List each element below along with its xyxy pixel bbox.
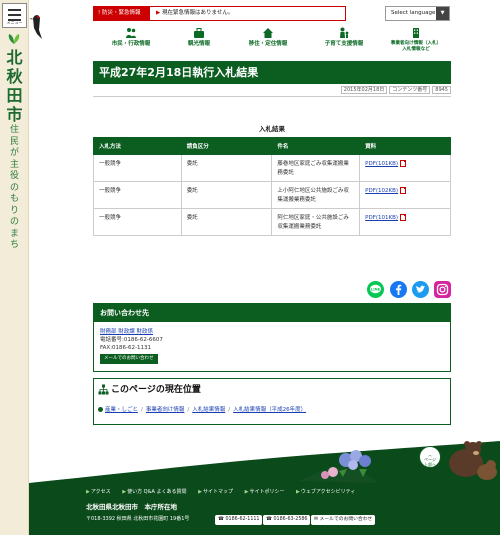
office-name: 北秋田県北秋田市 本庁所在地 <box>86 503 177 511</box>
svg-text:LINE: LINE <box>371 288 381 292</box>
nav-childcare[interactable]: 子育て支援情報 <box>319 27 369 48</box>
table-row: 一般競争 委託 阿仁地区家庭・公共施設ごみ収集運搬業務委託 PDF(101KB) <box>93 208 451 236</box>
cell-subject: 阿仁地区家庭・公共施設ごみ収集運搬業務委託 <box>271 208 361 236</box>
contact-dept-link[interactable]: 財務部 財政課 財政係 <box>100 328 450 336</box>
pdf-link[interactable]: PDF(101KB) <box>365 161 398 167</box>
menu-button[interactable]: メニュー <box>2 3 27 28</box>
disaster-info-bar[interactable]: ! 防災・緊急情報 ▶ 現在緊急情報はありません。 <box>93 6 346 21</box>
cell-type: 委託 <box>180 208 273 236</box>
cell-doc: PDF(102KB) <box>359 181 451 209</box>
cell-method: 一般競争 <box>93 181 182 209</box>
suitcase-icon <box>194 28 204 38</box>
page-meta: 2015年02月18日 コンテンツ番号 8945 <box>93 86 451 95</box>
pdf-icon <box>400 214 407 221</box>
breadcrumb-link[interactable]: 入札結果情報 <box>192 407 225 413</box>
disaster-message[interactable]: ▶ 現在緊急情報はありません。 <box>156 7 233 20</box>
people-icon <box>126 28 136 38</box>
building-icon <box>413 28 419 38</box>
cell-subject: 藤巻地区家庭ごみ収集運搬業務委託 <box>271 154 361 182</box>
col-header-method: 入札方法 <box>93 137 182 155</box>
facebook-share-icon[interactable] <box>390 281 407 298</box>
footer-link-policy[interactable]: ▶サイトポリシー <box>245 489 290 495</box>
twitter-share-icon[interactable] <box>412 281 429 298</box>
tel-button-main[interactable]: ☎ 0186-62-1111 <box>215 515 263 525</box>
table-row: 一般競争 委託 上小阿仁地区公共施設ごみ収集運搬業務委託 PDF(102KB) <box>93 181 451 209</box>
contact-mail-button[interactable]: メールでのお問い合わせ <box>100 354 158 364</box>
office-address: 〒018-3392 秋田県 北秋田市花園町 19番1号 <box>86 516 190 522</box>
house-icon <box>263 28 273 38</box>
col-header-doc: 資料 <box>359 137 451 155</box>
footer-mail-button[interactable]: ✉ メールでのお問い合わせ <box>311 515 376 525</box>
footer: ▶アクセス ▶使い方 Q&A よくある質問 ▶サイトマップ ▶サイトポリシー ▶… <box>29 483 500 535</box>
nav-citizen-info[interactable]: 市民・行政情報 <box>103 27 159 48</box>
col-header-subject: 件名 <box>271 137 361 155</box>
page-title: 平成27年2月18日執行入札結果 <box>93 61 451 84</box>
table-header-row: 入札方法 請負区分 件名 資料 <box>93 137 451 155</box>
nav-business[interactable]: 事業者向け情報（入札） 入札情報など <box>389 27 443 52</box>
nav-tourism[interactable]: 観光情報 <box>179 27 219 48</box>
footer-link-accessibility[interactable]: ▶ウェブアクセシビリティ <box>296 489 360 495</box>
breadcrumb-link[interactable]: 事業者向け情報 <box>146 407 185 413</box>
content-number: 8945 <box>432 86 451 94</box>
cell-doc: PDF(101KB) <box>359 154 451 182</box>
line-share-icon[interactable]: LINE <box>367 281 384 298</box>
pdf-icon <box>400 160 407 167</box>
menu-label: メニュー <box>6 20 23 25</box>
city-logo-icon[interactable] <box>7 33 21 45</box>
breadcrumb-link[interactable]: 産業・しごと <box>105 407 138 413</box>
cell-method: 一般競争 <box>93 154 182 182</box>
woodpecker-illustration <box>29 15 42 39</box>
table-caption: 入札結果 <box>259 125 285 133</box>
cell-method: 一般競争 <box>93 208 182 236</box>
instagram-share-icon[interactable] <box>434 281 451 298</box>
breadcrumb-box: このページの現在位置 産業・しごと / 事業者向け情報 / 入札結果情報 / 入札結果情報（… <box>93 378 451 425</box>
table-row: 一般競争 委託 藤巻地区家庭ごみ収集運搬業務委託 PDF(101KB) <box>93 154 451 182</box>
language-select[interactable]: Select language ▼ <box>385 6 450 21</box>
global-nav: 市民・行政情報 観光情報 移住・定住情報 子育て支援情報 事業者向け情報（入札）… <box>93 27 451 57</box>
cell-type: 委託 <box>180 181 273 209</box>
contact-phone: 電話番号:0186-62-6607 <box>100 337 163 343</box>
content-number-label: コンテンツ番号 <box>389 86 431 94</box>
phone-icon: ☎ <box>218 517 226 522</box>
bullet-icon <box>98 406 103 412</box>
breadcrumb-link[interactable]: 入札結果情報（平成26年度） <box>233 407 306 413</box>
nav-migration[interactable]: 移住・定住情報 <box>243 27 293 48</box>
city-slogan: 住民が主役のもりのまち <box>9 125 19 250</box>
cell-type: 委託 <box>180 154 273 182</box>
pdf-link[interactable]: PDF(101KB) <box>365 215 398 221</box>
breadcrumb-heading: このページの現在位置 <box>98 384 201 396</box>
phone-icon: ☎ <box>266 517 274 522</box>
col-header-type: 請負区分 <box>180 137 273 155</box>
pdf-icon <box>400 187 407 194</box>
parent-child-icon <box>340 27 349 38</box>
tel-button-branch[interactable]: ☎ 0186-63-2586 <box>263 515 311 525</box>
cell-doc: PDF(101KB) <box>359 208 451 236</box>
footer-link-access[interactable]: ▶アクセス <box>86 489 116 495</box>
cell-subject: 上小阿仁地区公共施設ごみ収集運搬業務委託 <box>271 181 361 209</box>
footer-link-sitemap[interactable]: ▶サイトマップ <box>198 489 238 495</box>
disaster-tag: ! 防災・緊急情報 <box>94 7 150 20</box>
contact-fax: FAX:0186-62-1131 <box>100 345 152 351</box>
footer-links: ▶アクセス ▶使い方 Q&A よくある質問 ▶サイトマップ ▶サイトポリシー ▶… <box>86 489 365 496</box>
pdf-link[interactable]: PDF(102KB) <box>365 188 398 194</box>
footer-link-faq[interactable]: ▶使い方 Q&A よくある質問 <box>122 489 191 495</box>
breadcrumb: 産業・しごと / 事業者向け情報 / 入札結果情報 / 入札結果情報（平成26年度） <box>98 406 306 414</box>
chevron-down-icon: ▼ <box>436 7 449 20</box>
contact-heading: お問い合わせ先 <box>94 304 450 322</box>
city-name[interactable]: 北秋田市 <box>4 48 25 124</box>
sidebar: メニュー 北秋田市 住民が主役のもりのまち <box>0 0 29 535</box>
update-date: 2015年02月18日 <box>340 86 388 94</box>
divider <box>93 96 451 97</box>
bid-results-table: 入札方法 請負区分 件名 資料 一般競争 委託 藤巻地区家庭ごみ収集運搬業務委託… <box>93 137 451 236</box>
sitemap-icon <box>98 384 109 395</box>
page-top-button[interactable]: ︿ ページ 上部へ <box>419 446 441 468</box>
contact-box: お問い合わせ先 財務部 財政課 財政係 電話番号:0186-62-6607 FA… <box>93 303 451 372</box>
